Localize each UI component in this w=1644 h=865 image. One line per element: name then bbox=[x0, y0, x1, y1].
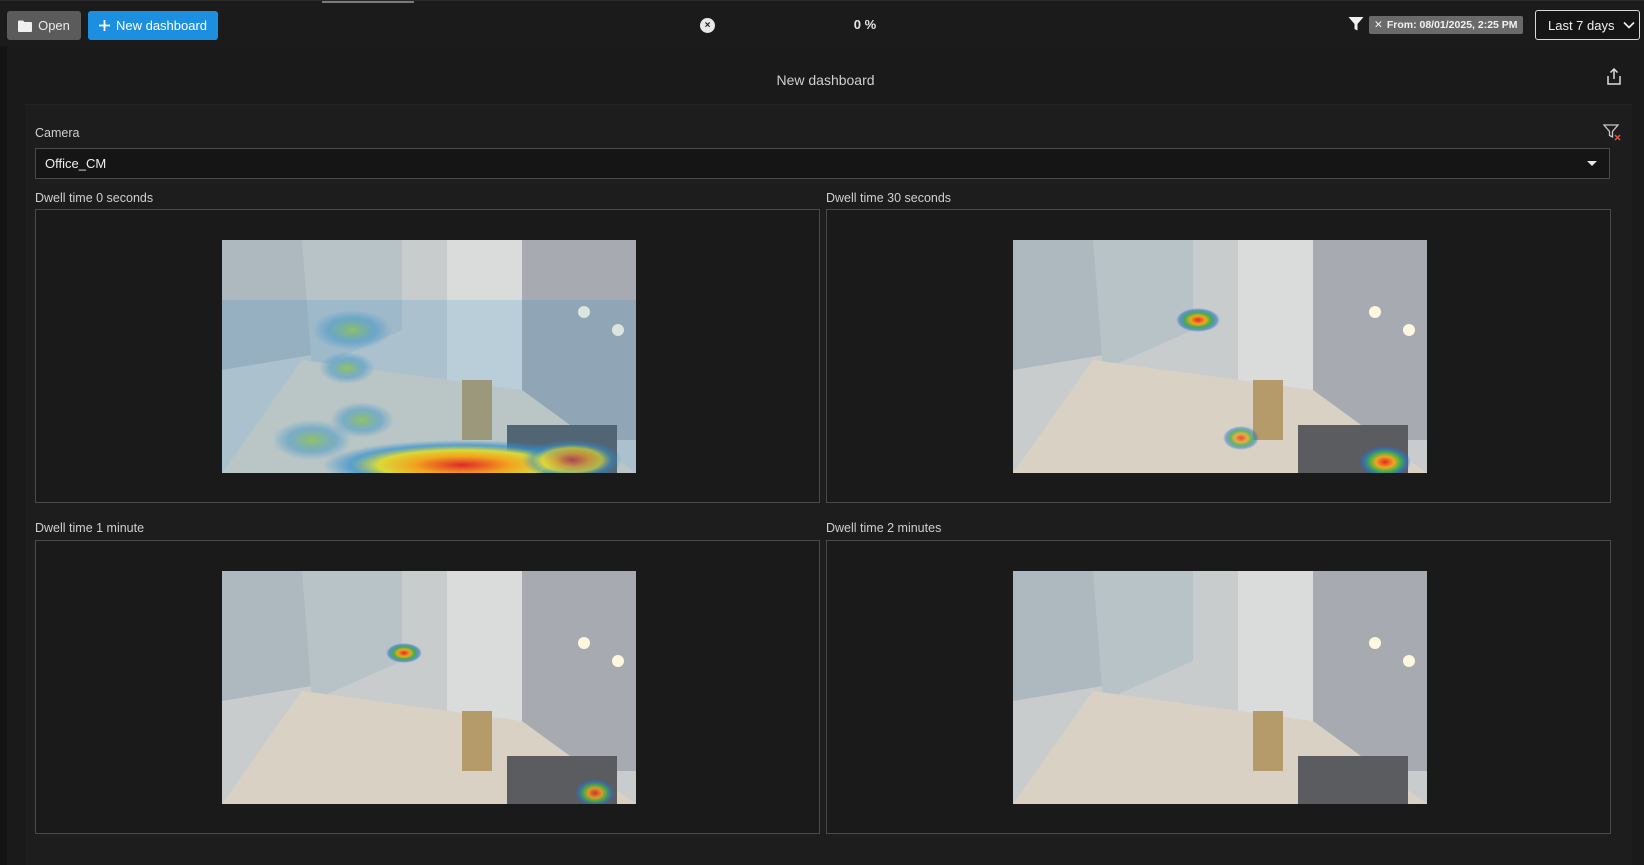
tile-title-dwell-0s: Dwell time 0 seconds bbox=[35, 191, 154, 205]
open-button-label: Open bbox=[38, 18, 70, 33]
camera-filter-label: Camera bbox=[35, 126, 80, 140]
share-export-icon[interactable] bbox=[1605, 68, 1623, 86]
heatmap-image-dwell-2m bbox=[1013, 571, 1427, 804]
chevron-down-icon bbox=[1622, 21, 1635, 29]
filter-icon[interactable] bbox=[1348, 16, 1364, 32]
dashboard-area: New dashboard Camera Office_CM Dwell tim… bbox=[7, 46, 1644, 865]
top-toolbar: Open New dashboard × 0 % ✕ From: 08/01/2… bbox=[0, 0, 1644, 46]
remove-filter-icon[interactable]: ✕ bbox=[1374, 16, 1383, 34]
folder-icon bbox=[18, 20, 33, 32]
time-range-value: Last 7 days bbox=[1548, 17, 1615, 33]
new-dashboard-button[interactable]: New dashboard bbox=[88, 11, 218, 40]
open-button[interactable]: Open bbox=[7, 11, 81, 40]
heatmap-image-dwell-0s bbox=[222, 240, 636, 473]
heatmap-tile-dwell-0s[interactable] bbox=[35, 209, 820, 503]
active-filter-chip[interactable]: ✕ From: 08/01/2025, 2:25 PM bbox=[1369, 16, 1523, 34]
tile-title-dwell-1m: Dwell time 1 minute bbox=[35, 521, 145, 535]
new-dashboard-label: New dashboard bbox=[115, 18, 208, 33]
camera-select[interactable]: Office_CM bbox=[35, 148, 1610, 179]
filter-chip-text: From: 08/01/2025, 2:25 PM bbox=[1386, 19, 1518, 31]
clear-filter-icon[interactable] bbox=[1603, 123, 1621, 141]
progress-percentage: 0 % bbox=[853, 17, 877, 32]
heatmap-tile-dwell-1m[interactable] bbox=[35, 540, 820, 834]
heatmap-image-dwell-1m bbox=[222, 571, 636, 804]
tile-title-dwell-2m: Dwell time 2 minutes bbox=[826, 521, 942, 535]
dashboard-panel: Camera Office_CM Dwell time 0 seconds Dw… bbox=[25, 104, 1632, 865]
camera-select-value: Office_CM bbox=[45, 156, 107, 171]
plus-icon bbox=[98, 20, 110, 31]
heatmap-image-dwell-30s bbox=[1013, 240, 1427, 473]
tile-title-dwell-30s: Dwell time 30 seconds bbox=[826, 191, 952, 205]
heatmap-tile-dwell-30s[interactable] bbox=[826, 209, 1611, 503]
caret-down-icon bbox=[1587, 161, 1597, 166]
time-range-dropdown[interactable]: Last 7 days bbox=[1535, 10, 1640, 40]
dashboard-title: New dashboard bbox=[776, 72, 875, 88]
cancel-progress-icon[interactable]: × bbox=[700, 18, 715, 33]
heatmap-tile-dwell-2m[interactable] bbox=[826, 540, 1611, 834]
active-tab-indicator bbox=[322, 1, 414, 3]
